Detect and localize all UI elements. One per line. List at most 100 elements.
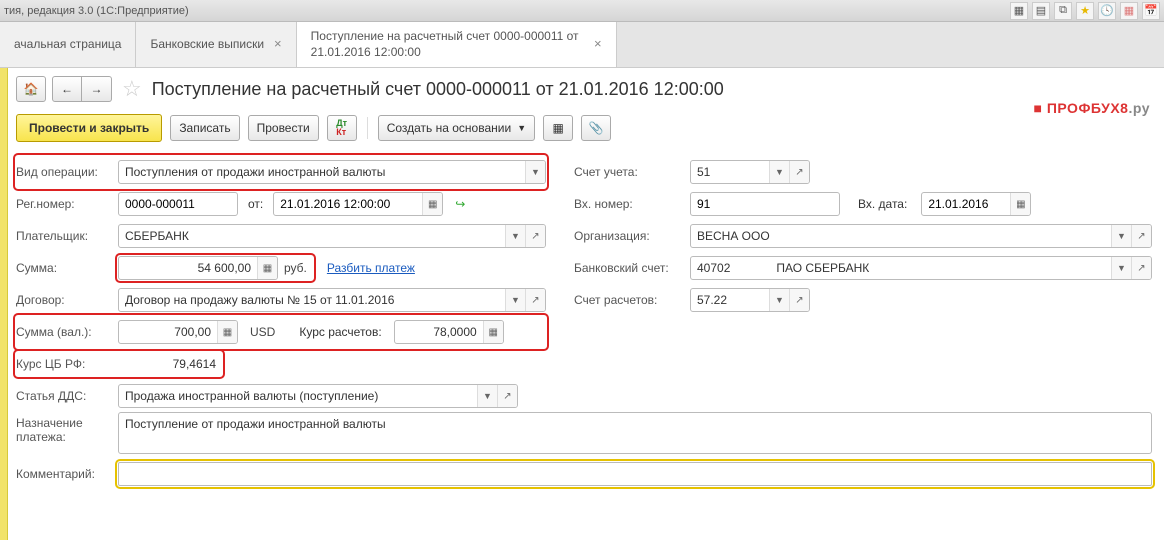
label-rate-calc: Курс расчетов: — [287, 325, 387, 339]
label-bank-acc: Банковский счет: — [574, 261, 684, 275]
row-purpose: Назначение платежа: Поступление от прода… — [16, 412, 1152, 458]
label-comment: Комментарий: — [16, 467, 112, 481]
payer-field[interactable]: СБЕРБАНК ▼ ↗ — [118, 224, 546, 248]
attach-button[interactable]: 📎 — [581, 115, 611, 141]
row-operation-type: Вид операции: Поступления от продажи ино… — [16, 156, 546, 188]
field-value: Продажа иностранной валюты (поступление) — [119, 385, 477, 407]
field-value: СБЕРБАНК — [119, 225, 505, 247]
label-in-date: Вх. дата: — [846, 197, 915, 211]
tab-receipt[interactable]: Поступление на расчетный счет 0000-00001… — [297, 22, 617, 67]
chevron-down-icon: ▼ — [517, 123, 526, 133]
org-field[interactable]: ВЕСНА ООО ▼ ↗ — [690, 224, 1152, 248]
account-field[interactable]: 51 ▼ ↗ — [690, 160, 810, 184]
history-icon[interactable]: 🕓 — [1098, 2, 1116, 20]
field-value: 79,4614 — [112, 352, 222, 376]
chevron-down-icon[interactable]: ▼ — [1111, 257, 1131, 279]
calculator-icon[interactable]: ▦ — [1120, 2, 1138, 20]
in-date-input[interactable] — [922, 193, 1010, 215]
rate-calc-field[interactable]: 78,0000 ▦ — [394, 320, 504, 344]
label-from: от: — [244, 197, 267, 211]
tab-start-page[interactable]: ачальная страница — [0, 22, 136, 67]
chevron-down-icon[interactable]: ▼ — [769, 289, 789, 311]
tab-close-icon[interactable]: × — [594, 36, 602, 53]
chevron-down-icon[interactable]: ▼ — [505, 225, 525, 247]
open-icon[interactable]: ↗ — [525, 225, 545, 247]
post-and-close-button[interactable]: Провести и закрыть — [16, 114, 162, 142]
reg-number-input[interactable] — [119, 193, 237, 215]
calc-icon[interactable]: ▦ — [217, 321, 237, 343]
open-icon[interactable]: ↗ — [1131, 225, 1151, 247]
open-icon[interactable]: ↗ — [525, 289, 545, 311]
open-icon[interactable]: ↗ — [1131, 257, 1151, 279]
field-value: 57.22 — [691, 289, 769, 311]
titlebar-icon-3[interactable]: ⧉ — [1054, 2, 1072, 20]
open-icon[interactable]: ↗ — [789, 289, 809, 311]
chevron-down-icon[interactable]: ▼ — [525, 161, 545, 183]
field-value: Поступления от продажи иностранной валют… — [119, 161, 525, 183]
window-title-bar: тия, редакция 3.0 (1С:Предприятие) ▦ ▤ ⧉… — [0, 0, 1164, 22]
row-cb-rate: Курс ЦБ РФ: 79,4614 — [16, 348, 546, 380]
reg-number-field[interactable] — [118, 192, 238, 216]
label-account: Счет учета: — [574, 165, 684, 179]
dds-field[interactable]: Продажа иностранной валюты (поступление)… — [118, 384, 518, 408]
home-button[interactable]: 🏠 — [16, 76, 46, 102]
field-value: ВЕСНА ООО — [691, 225, 1111, 247]
label-purpose: Назначение платежа: — [16, 412, 112, 444]
comment-input[interactable] — [119, 463, 1151, 485]
comment-field[interactable] — [118, 462, 1152, 486]
star-icon[interactable]: ☆ — [118, 76, 146, 102]
row-contract: Договор: Договор на продажу валюты № 15 … — [16, 284, 546, 316]
report-icon-button[interactable]: ▦ — [543, 115, 573, 141]
chevron-down-icon[interactable]: ▼ — [505, 289, 525, 311]
label-amount: Сумма: — [16, 261, 112, 275]
forward-button[interactable]: → — [82, 76, 112, 102]
back-button[interactable]: ← — [52, 76, 82, 102]
favorite-icon[interactable]: ★ — [1076, 2, 1094, 20]
calendar-icon[interactable]: ▦ — [1010, 193, 1030, 215]
title-bar-actions: ▦ ▤ ⧉ ★ 🕓 ▦ 📅 — [1010, 2, 1160, 20]
open-icon[interactable]: ↗ — [497, 385, 517, 407]
nav-arrows: ← → — [52, 76, 112, 102]
calc-icon[interactable]: ▦ — [257, 257, 277, 279]
open-icon[interactable]: ↗ — [789, 161, 809, 183]
datetime-input[interactable] — [274, 193, 422, 215]
field-value: 78,0000 — [395, 321, 483, 343]
amount-cur-field[interactable]: 700,00 ▦ — [118, 320, 238, 344]
chevron-down-icon[interactable]: ▼ — [769, 161, 789, 183]
row-settle-account: Счет расчетов: 57.22 ▼ ↗ — [574, 284, 1152, 316]
posted-check-icon: ↪ — [449, 197, 465, 211]
row-bank-account: Банковский счет: 40702 ПАО СБЕРБАНК ▼ ↗ — [574, 252, 1152, 284]
row-dds: Статья ДДС: Продажа иностранной валюты (… — [16, 380, 546, 412]
calc-icon[interactable]: ▦ — [483, 321, 503, 343]
in-date-field[interactable]: ▦ — [921, 192, 1031, 216]
titlebar-icon-2[interactable]: ▤ — [1032, 2, 1050, 20]
save-button[interactable]: Записать — [170, 115, 239, 141]
page-header: 🏠 ← → ☆ Поступление на расчетный счет 00… — [16, 76, 1152, 102]
tab-bank-statements[interactable]: Банковские выписки × — [136, 22, 296, 67]
split-payment-link[interactable]: Разбить платеж — [327, 261, 415, 275]
in-number-field[interactable] — [690, 192, 840, 216]
row-account: Счет учета: 51 ▼ ↗ — [574, 156, 1152, 188]
bank-account-field[interactable]: 40702 ПАО СБЕРБАНК ▼ ↗ — [690, 256, 1152, 280]
purpose-field[interactable]: Поступление от продажи иностранной валют… — [118, 412, 1152, 454]
datetime-field[interactable]: ▦ — [273, 192, 443, 216]
chevron-down-icon[interactable]: ▼ — [1111, 225, 1131, 247]
form-grid: Вид операции: Поступления от продажи ино… — [16, 156, 1152, 490]
contract-field[interactable]: Договор на продажу валюты № 15 от 11.01.… — [118, 288, 546, 312]
btn-label: Создать на основании — [387, 121, 512, 135]
titlebar-icon-1[interactable]: ▦ — [1010, 2, 1028, 20]
dt-kt-button[interactable]: ДтКт — [327, 115, 357, 141]
in-number-input[interactable] — [691, 193, 839, 215]
operation-type-select[interactable]: Поступления от продажи иностранной валют… — [118, 160, 546, 184]
calendar-icon[interactable]: 📅 — [1142, 2, 1160, 20]
tab-close-icon[interactable]: × — [274, 36, 282, 53]
amount-highlight: 54 600,00 ▦ руб. — [118, 256, 313, 280]
calendar-icon[interactable]: ▦ — [422, 193, 442, 215]
post-button[interactable]: Провести — [248, 115, 319, 141]
create-based-on-button[interactable]: Создать на основании ▼ — [378, 115, 535, 141]
separator — [367, 117, 368, 139]
amount-field[interactable]: 54 600,00 ▦ — [118, 256, 278, 280]
chevron-down-icon[interactable]: ▼ — [477, 385, 497, 407]
tab-label: ачальная страница — [14, 37, 121, 53]
settle-account-field[interactable]: 57.22 ▼ ↗ — [690, 288, 810, 312]
